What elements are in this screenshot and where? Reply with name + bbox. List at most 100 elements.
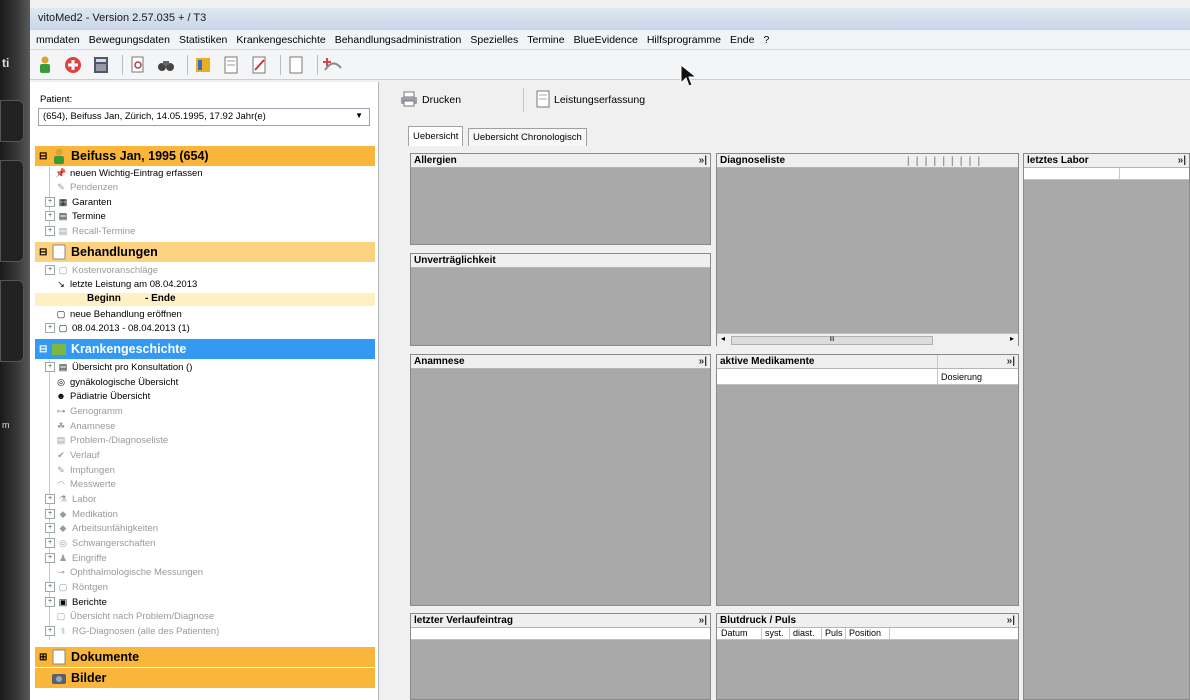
page-icon[interactable] (285, 54, 307, 76)
expand-icon[interactable]: + (45, 197, 55, 207)
calendar-icon: ▤ (58, 361, 68, 372)
tree-item[interactable]: + ◆ Arbeitsunfähigkeiten (45, 522, 375, 534)
tree-item[interactable]: + ◎ Schwangerschaften (45, 537, 375, 549)
expand-icon[interactable]: + (45, 523, 55, 533)
expand-icon[interactable]: + (45, 626, 55, 636)
tree-item[interactable]: ✎ Pendenzen (45, 181, 375, 193)
expand-icon[interactable]: + (45, 362, 55, 372)
add-treatment-icon[interactable] (322, 54, 344, 76)
expand-icon[interactable]: + (45, 211, 55, 221)
tree-item[interactable]: + ▣ Berichte (45, 596, 375, 608)
menu-item[interactable]: Termine (527, 34, 564, 46)
tree-item[interactable]: ▢ neue Behandlung eröffnen (45, 308, 375, 320)
tree-item[interactable]: ▤ Problem-/Diagnoseliste (45, 434, 375, 446)
patient-select[interactable]: (654), Beifuss Jan, Zürich, 14.05.1995, … (38, 108, 370, 126)
tree-item[interactable]: + ▢ 08.04.2013 - 08.04.2013 (1) (45, 322, 375, 334)
tree-item[interactable]: ▢ Übersicht nach Problem/Diagnose (45, 610, 375, 622)
table-header: Datum syst. diast. Puls Position (717, 628, 1018, 640)
folder-icon (51, 244, 67, 260)
tree-item[interactable]: + ▢ Kostenvoranschläge (45, 264, 375, 276)
expand-panel-icon[interactable]: »| (699, 355, 707, 368)
tab-overview-chronological[interactable]: Uebersicht Chronologisch (468, 128, 587, 146)
calculator-icon[interactable] (90, 54, 112, 76)
column-header: syst. (765, 628, 784, 638)
expand-panel-icon[interactable]: »| (699, 154, 707, 167)
chevron-down-icon[interactable]: ▼ (355, 111, 363, 120)
behandlungen-header[interactable]: ⊟ Behandlungen (35, 242, 375, 262)
tree-item[interactable]: ↘ letzte Leistung am 08.04.2013 (45, 278, 375, 290)
expand-icon[interactable]: + (45, 226, 55, 236)
tree-item[interactable]: + ⚕ RG-Diagnosen (alle des Patienten) (45, 625, 375, 637)
menu-item[interactable]: Spezielles (470, 34, 518, 46)
menu-item[interactable]: mmdaten (36, 34, 80, 46)
patient-header[interactable]: ⊟ Beifuss Jan, 1995 (654) (35, 146, 375, 166)
edit-icon[interactable] (248, 54, 270, 76)
menu-item[interactable]: Hilfsprogramme (647, 34, 721, 46)
binoculars-icon[interactable] (155, 54, 177, 76)
menu-item[interactable]: ? (763, 34, 769, 46)
active-medication-panel: aktive Medikamente »| Dosierung (716, 354, 1019, 606)
expand-icon[interactable]: + (45, 265, 55, 275)
expand-icon[interactable]: + (45, 553, 55, 563)
form-icon[interactable] (220, 54, 242, 76)
tree-item[interactable]: ✎ Impfungen (45, 464, 375, 476)
tree-item[interactable]: + ▤ Recall-Termine (45, 225, 375, 237)
document-search-icon[interactable] (127, 54, 149, 76)
menu-item[interactable]: Ende (730, 34, 755, 46)
tree-item[interactable]: + ▦ Garanten (45, 196, 375, 208)
collapse-icon[interactable]: ⊟ (39, 344, 49, 355)
tree-item[interactable]: ◎ gynäkologische Übersicht (45, 376, 375, 388)
tree-item[interactable]: ⊸ Ophthalmologische Messungen (45, 566, 375, 578)
expand-panel-icon[interactable]: »| (1007, 614, 1015, 627)
expand-icon[interactable]: + (45, 509, 55, 519)
tree-item[interactable]: + ◆ Medikation (45, 508, 375, 520)
tree-item[interactable]: ⊶ Genogramm (45, 405, 375, 417)
tab-overview[interactable]: Uebersicht (408, 126, 464, 146)
krankengeschichte-header[interactable]: ⊟ Krankengeschichte (35, 339, 375, 359)
menu-item[interactable]: Statistiken (179, 34, 227, 46)
tree-item[interactable]: ☘ Anamnese (45, 420, 375, 432)
tree-item[interactable]: + ▤ Übersicht pro Konsultation () (45, 361, 375, 373)
menu-item[interactable]: BlueEvidence (574, 34, 638, 46)
print-label: Drucken (422, 94, 462, 106)
bilder-header[interactable]: Bilder (35, 668, 375, 688)
menu-bar: mmdaten Bewegungsdaten Statistiken Krank… (30, 30, 1190, 50)
expand-panel-icon[interactable]: »| (1178, 154, 1186, 167)
menu-item[interactable]: Krankengeschichte (236, 34, 325, 46)
tree-item[interactable]: 📌 neuen Wichtig-Eintrag erfassen (45, 167, 375, 179)
patient-icon[interactable] (34, 54, 56, 76)
tree-item[interactable]: + ▤ Termine (45, 210, 375, 222)
collapse-icon[interactable]: ⊟ (39, 247, 49, 258)
add-icon[interactable] (62, 54, 84, 76)
expand-icon[interactable]: + (45, 323, 55, 333)
expand-icon[interactable]: ⊞ (39, 652, 49, 663)
tree-item[interactable]: ◠ Messwerte (45, 478, 375, 490)
document-icon (536, 90, 550, 111)
report-icon: ▣ (58, 596, 68, 607)
services-button[interactable]: Leistungserfassung (536, 90, 645, 110)
tree-item[interactable]: + ♟ Eingriffe (45, 552, 375, 564)
tree-item[interactable]: + ▢ Röntgen (45, 581, 375, 593)
collapse-icon[interactable]: ⊟ (39, 151, 49, 162)
pending-icon: ✎ (57, 181, 65, 192)
tree-item[interactable]: + ⚗ Labor (45, 493, 375, 505)
expand-panel-icon[interactable]: »| (699, 614, 707, 627)
scroll-right-icon[interactable]: ▸ (1010, 334, 1014, 343)
tree-item[interactable]: ☻ Pädiatrie Übersicht (45, 390, 375, 402)
expand-icon[interactable]: + (45, 597, 55, 607)
tree-item[interactable]: ✔ Verlauf (45, 449, 375, 461)
print-button[interactable]: Drucken (400, 90, 461, 110)
scroll-left-icon[interactable]: ◂ (721, 334, 725, 343)
book-icon[interactable] (192, 54, 214, 76)
menu-item[interactable]: Behandlungsadministration (335, 34, 462, 46)
expand-icon[interactable]: + (45, 538, 55, 548)
dokumente-header[interactable]: ⊞ Dokumente (35, 647, 375, 667)
scroll-thumb[interactable]: III (731, 336, 933, 345)
begin-label: Beginn (87, 293, 121, 304)
anamnesis-icon: ☘ (56, 420, 66, 431)
expand-icon[interactable]: + (45, 582, 55, 592)
expand-icon[interactable]: + (45, 494, 55, 504)
expand-panel-icon[interactable]: »| (1007, 355, 1015, 368)
horizontal-scrollbar[interactable]: ◂ III ▸ (717, 333, 1018, 346)
menu-item[interactable]: Bewegungsdaten (89, 34, 170, 46)
